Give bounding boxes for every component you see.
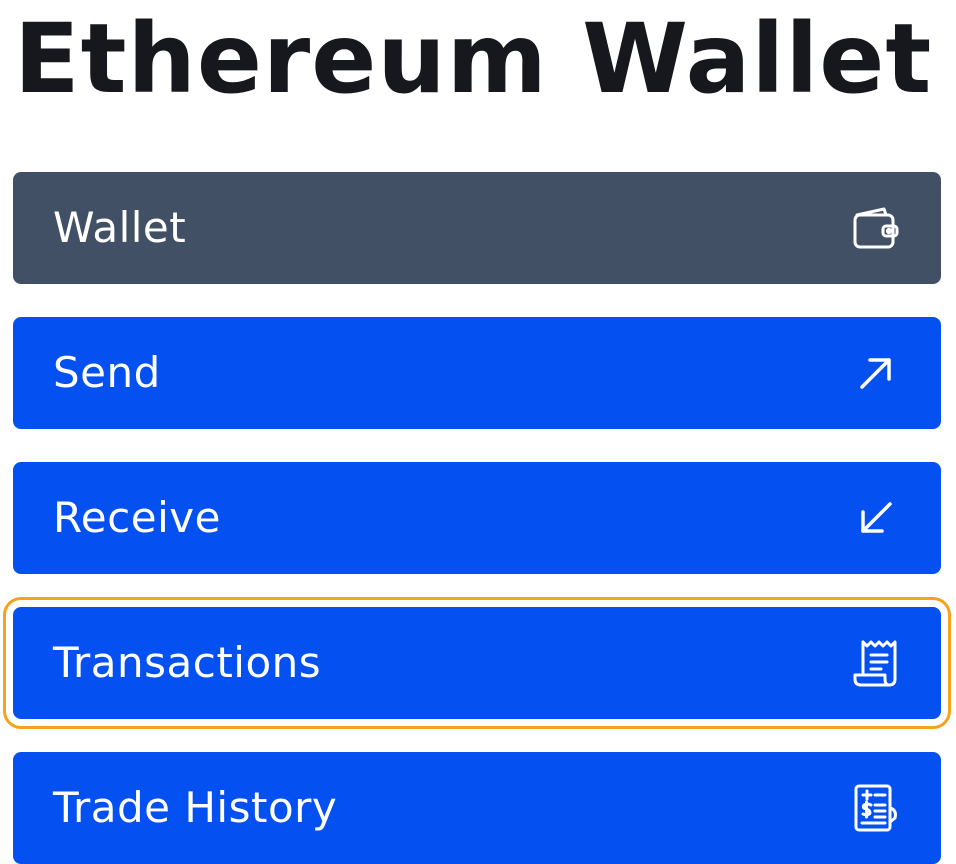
ledger-icon <box>850 782 902 834</box>
menu-item-send[interactable]: Send <box>13 317 941 429</box>
menu-item-label: Trade History <box>53 783 338 832</box>
menu-item-transactions[interactable]: Transactions <box>3 597 951 729</box>
arrow-down-left-icon <box>850 492 902 544</box>
wallet-icon <box>850 202 902 254</box>
menu-item-label: Receive <box>53 493 221 542</box>
menu-item-label: Wallet <box>53 203 187 252</box>
menu-item-receive[interactable]: Receive <box>13 462 941 574</box>
menu-item-wallet[interactable]: Wallet <box>13 172 941 284</box>
main-menu: Wallet Send Receive Transactions Trade H… <box>3 172 951 864</box>
menu-item-trade-history[interactable]: Trade History <box>13 752 941 864</box>
receipt-icon <box>850 637 902 689</box>
page-title: Ethereum Wallet <box>14 3 933 115</box>
arrow-up-right-icon <box>850 347 902 399</box>
menu-item-label: Transactions <box>53 638 322 687</box>
menu-item-label: Send <box>53 348 161 397</box>
